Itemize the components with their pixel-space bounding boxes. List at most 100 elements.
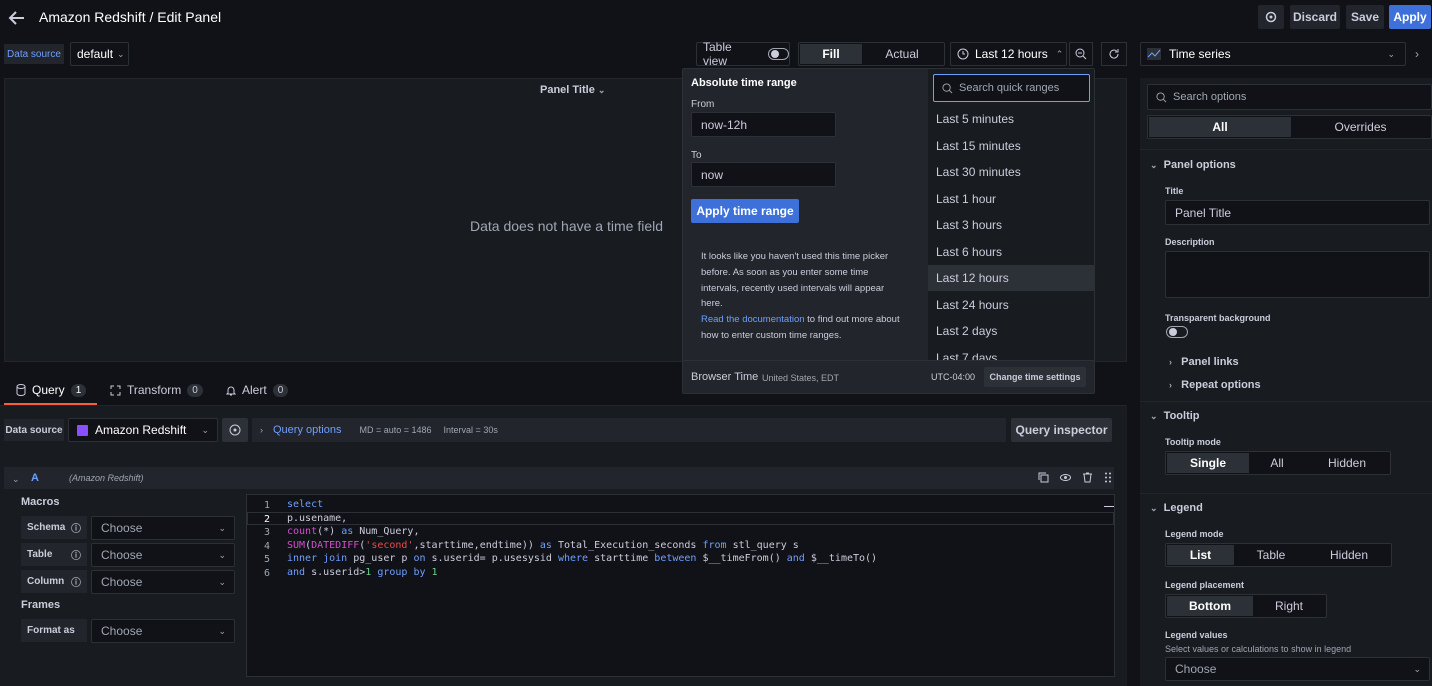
- code-line-6: and s.userid>1 group by 1: [287, 567, 438, 578]
- trash-icon[interactable]: [1082, 472, 1093, 483]
- column-select[interactable]: Choose ⌄: [91, 570, 235, 594]
- quick-range-item[interactable]: Last 3 hours: [930, 212, 1094, 238]
- query-options-bar[interactable]: › Query options MD = auto = 1486 Interva…: [252, 418, 1006, 442]
- legend-values-label: Legend values: [1165, 630, 1228, 640]
- panel-options-heading[interactable]: ⌄ Panel options: [1150, 159, 1236, 171]
- format-as-label: Format as: [21, 619, 87, 642]
- from-input[interactable]: now-12h: [691, 112, 836, 137]
- tooltip-hidden-option[interactable]: Hidden: [1305, 453, 1389, 473]
- chevron-down-icon: ⌄: [218, 576, 226, 587]
- quick-range-item[interactable]: Last 5 minutes: [930, 106, 1094, 132]
- change-time-settings-button[interactable]: Change time settings: [984, 367, 1086, 387]
- datasource-select[interactable]: default ⌄: [70, 42, 129, 66]
- frames-heading: Frames: [21, 599, 61, 611]
- legend-values-description: Select values or calculations to show in…: [1165, 644, 1352, 654]
- description-textarea[interactable]: [1165, 251, 1430, 298]
- line-numbers: 1 2 3 4 5 6: [263, 500, 270, 579]
- table-select[interactable]: Choose ⌄: [91, 543, 235, 567]
- time-picker-help-text: It looks like you haven't used this time…: [701, 251, 889, 310]
- refresh-button[interactable]: [1101, 42, 1127, 66]
- zoom-out-button[interactable]: [1069, 42, 1093, 66]
- query-datasource-select[interactable]: Amazon Redshift ⌄: [68, 418, 218, 442]
- actual-option[interactable]: Actual: [862, 44, 942, 64]
- table-view-toggle[interactable]: Table view: [696, 40, 790, 68]
- quick-range-item[interactable]: Last 1 hour: [930, 186, 1094, 212]
- legend-right-option[interactable]: Right: [1253, 596, 1325, 616]
- viz-picker[interactable]: Time series ⌄: [1140, 42, 1406, 66]
- tooltip-mode-toggle: Single All Hidden: [1165, 451, 1391, 475]
- tooltip-single-option[interactable]: Single: [1167, 453, 1249, 473]
- eye-icon[interactable]: [1060, 472, 1071, 483]
- code-line-1: select: [287, 499, 324, 510]
- overrides-option[interactable]: Overrides: [1291, 117, 1430, 137]
- documentation-link[interactable]: Read the documentation: [701, 314, 805, 325]
- tab-query[interactable]: Query 1: [16, 383, 87, 397]
- format-as-select[interactable]: Choose ⌄: [91, 619, 235, 643]
- picker-footer: [683, 360, 1094, 361]
- quick-range-item[interactable]: Last 7 days: [930, 345, 1094, 361]
- legend-table-option[interactable]: Table: [1234, 545, 1308, 565]
- panel-links-section[interactable]: › Panel links: [1169, 356, 1239, 368]
- tab-alert-label: Alert: [242, 383, 267, 397]
- quick-range-item[interactable]: Last 2 days: [930, 318, 1094, 344]
- code-line-2: p.usename,: [287, 512, 348, 524]
- apply-button[interactable]: Apply: [1389, 5, 1431, 29]
- quick-range-item[interactable]: Last 15 minutes: [930, 133, 1094, 159]
- collapse-query-icon[interactable]: ⌄: [12, 471, 20, 485]
- tooltip-all-option[interactable]: All: [1249, 453, 1305, 473]
- back-arrow-icon[interactable]: [8, 9, 26, 27]
- info-icon: ⓘ: [71, 578, 81, 589]
- apply-time-range-button[interactable]: Apply time range: [691, 199, 799, 223]
- options-divider: [1140, 149, 1432, 150]
- query-ref-id[interactable]: A: [31, 472, 39, 484]
- time-range-button[interactable]: Last 12 hours ⌃: [950, 42, 1067, 66]
- quick-range-item[interactable]: Last 24 hours: [930, 292, 1094, 318]
- transparent-toggle[interactable]: [1166, 326, 1188, 338]
- drag-handle-icon[interactable]: [1104, 472, 1112, 483]
- panel-title[interactable]: Panel Title ⌄: [540, 84, 605, 96]
- tooltip-heading[interactable]: ⌄ Tooltip: [1150, 410, 1200, 422]
- legend-hidden-option[interactable]: Hidden: [1308, 545, 1390, 565]
- legend-bottom-option[interactable]: Bottom: [1167, 596, 1253, 616]
- tab-transform[interactable]: Transform 0: [110, 383, 203, 397]
- macros-heading: Macros: [21, 496, 60, 508]
- quick-range-item[interactable]: Last 6 hours: [930, 239, 1094, 265]
- refresh-icon: [1109, 49, 1119, 59]
- toggle-switch[interactable]: [767, 48, 789, 60]
- table-view-label: Table view: [703, 40, 732, 68]
- chevron-right-icon: ›: [260, 425, 263, 435]
- all-option[interactable]: All: [1149, 117, 1291, 137]
- copy-icon[interactable]: [1038, 472, 1049, 483]
- chevron-down-icon: ⌄: [597, 85, 606, 95]
- settings-button[interactable]: [1258, 5, 1284, 29]
- schema-select[interactable]: Choose ⌄: [91, 516, 235, 540]
- datasource-help-button[interactable]: [222, 418, 248, 442]
- title-label: Title: [1165, 186, 1184, 196]
- panel-title-text: Panel Title: [540, 84, 595, 96]
- chevron-down-icon: ⌄: [218, 522, 226, 533]
- browser-time-label: Browser Time: [691, 371, 759, 383]
- discard-button[interactable]: Discard: [1290, 5, 1340, 29]
- chevron-down-icon: ⌄: [218, 549, 226, 560]
- panel-title-input[interactable]: Panel Title: [1165, 200, 1430, 225]
- save-button[interactable]: Save: [1346, 5, 1384, 29]
- legend-heading[interactable]: ⌄ Legend: [1150, 502, 1203, 514]
- options-search[interactable]: Search options: [1147, 84, 1432, 110]
- legend-values-select[interactable]: Choose ⌄: [1165, 657, 1430, 681]
- current-line-highlight: [247, 512, 1114, 525]
- code-line-4: SUM(DATEDIFF('second',starttime,endtime)…: [287, 539, 799, 551]
- info-icon: ⓘ: [71, 551, 81, 562]
- quick-range-item[interactable]: Last 30 minutes: [930, 159, 1094, 185]
- tab-alert[interactable]: Alert 0: [226, 383, 289, 397]
- code-line-5: inner join pg_user p on s.userid= p.uses…: [287, 553, 878, 565]
- code-line-3: count(*) as Num_Query,: [287, 526, 420, 538]
- page-title: Amazon Redshift / Edit Panel: [39, 9, 222, 25]
- quick-ranges-search[interactable]: Search quick ranges: [933, 74, 1090, 102]
- legend-list-option[interactable]: List: [1167, 545, 1234, 565]
- quick-range-item-selected[interactable]: Last 12 hours: [928, 265, 1094, 291]
- to-input[interactable]: now: [691, 162, 836, 187]
- repeat-options-section[interactable]: › Repeat options: [1169, 379, 1261, 391]
- fill-option[interactable]: Fill: [800, 44, 862, 64]
- collapse-options-button[interactable]: ›: [1408, 42, 1426, 66]
- query-inspector-button[interactable]: Query inspector: [1011, 418, 1112, 442]
